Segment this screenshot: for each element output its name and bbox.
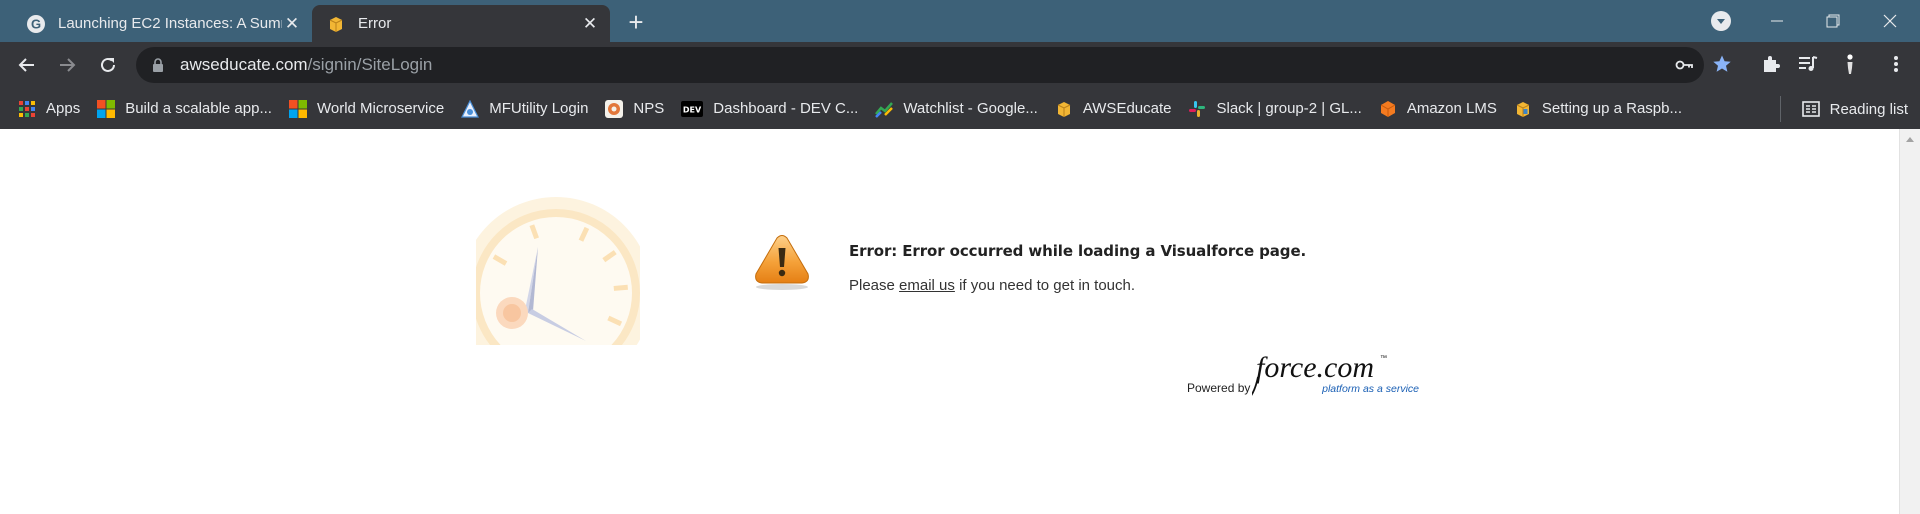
- mfutility-icon: [461, 99, 480, 118]
- bookmark-build-scalable-app[interactable]: Build a scalable app...: [89, 94, 281, 124]
- kebab-menu-icon: [1894, 56, 1898, 72]
- apps-grid-icon: [18, 100, 36, 118]
- page-content: Error: Error occurred while loading a Vi…: [0, 129, 1899, 514]
- reload-icon: [101, 57, 115, 72]
- profile-avatar-button[interactable]: [1837, 51, 1863, 77]
- powered-by-label: Powered by: [1187, 381, 1251, 395]
- bookmark-label: AWSEducate: [1082, 100, 1172, 117]
- browser-chrome: G Launching EC2 Instances: A Summ ✕ Erro…: [0, 0, 1920, 129]
- svg-text:G: G: [31, 16, 41, 31]
- bookmark-nps[interactable]: NPS: [597, 94, 673, 124]
- google-finance-icon: [875, 100, 894, 118]
- bookmark-awseducate[interactable]: AWSEducate: [1047, 94, 1181, 124]
- media-control-button[interactable]: [1795, 51, 1821, 77]
- close-window-button[interactable]: [1872, 6, 1908, 36]
- tab-strip: G Launching EC2 Instances: A Summ ✕ Erro…: [0, 0, 1920, 42]
- forward-button[interactable]: [52, 50, 82, 80]
- browser-toolbar: awseducate.com/signin/SiteLogin: [0, 42, 1920, 88]
- google-g-icon: G: [26, 14, 46, 34]
- bookmark-label: World Microservice: [316, 100, 445, 117]
- bookmark-dashboard-dev[interactable]: DEV Dashboard - DEV C...: [673, 94, 867, 124]
- url-text[interactable]: awseducate.com/signin/SiteLogin: [180, 55, 432, 75]
- menu-button[interactable]: [1883, 51, 1909, 77]
- chevron-down-icon: [1717, 18, 1725, 24]
- tab-close-icon[interactable]: ✕: [282, 14, 302, 34]
- nps-icon: [605, 99, 624, 118]
- amazon-box-icon: [326, 14, 346, 34]
- amazon-box-icon: [1055, 100, 1073, 118]
- bookmark-slack-group-2[interactable]: Slack | group-2 | GL...: [1180, 94, 1370, 124]
- key-icon[interactable]: [1674, 55, 1694, 75]
- svg-text:DEV: DEV: [683, 105, 702, 114]
- amazon-lms-icon: [1379, 100, 1397, 118]
- bookmark-mfutility-login[interactable]: MFUtility Login: [453, 94, 597, 124]
- bookmark-label: Setting up a Raspb...: [1541, 100, 1682, 117]
- svg-text:™: ™: [1380, 355, 1387, 362]
- tab-title: Launching EC2 Instances: A Summ: [58, 15, 282, 32]
- scroll-up-arrow-icon[interactable]: [1906, 137, 1914, 142]
- microsoft-icon: [288, 99, 307, 118]
- url-domain: awseducate.com: [180, 55, 308, 74]
- bookmark-apps[interactable]: Apps: [10, 94, 89, 124]
- force-com-logo: force.com ™ platform as a service: [1249, 347, 1422, 403]
- bookmark-label: Build a scalable app...: [125, 100, 272, 117]
- puzzle-icon: [1764, 56, 1780, 72]
- bookmark-watchlist-google[interactable]: Watchlist - Google...: [867, 94, 1047, 124]
- back-button[interactable]: [12, 50, 42, 80]
- message-prefix: Please: [849, 277, 900, 294]
- bookmark-setting-up-raspberry[interactable]: Setting up a Raspb...: [1506, 94, 1691, 124]
- reload-button[interactable]: [93, 50, 123, 80]
- svg-text:platform as a service: platform as a service: [1321, 383, 1419, 395]
- tab-title: Error: [358, 15, 392, 32]
- svg-text:force.com: force.com: [1256, 351, 1374, 384]
- bookmark-world-microservice[interactable]: World Microservice: [281, 94, 453, 124]
- url-path: /signin/SiteLogin: [307, 55, 433, 74]
- extensions-button[interactable]: [1758, 51, 1784, 77]
- reading-list-label: Reading list: [1829, 100, 1908, 118]
- microsoft-icon: [97, 99, 116, 118]
- warning-icon: [752, 234, 812, 292]
- slack-icon: [1188, 100, 1206, 118]
- bookmark-amazon-lms[interactable]: Amazon LMS: [1371, 94, 1506, 124]
- error-title: Error: Error occurred while loading a Vi…: [849, 242, 1307, 260]
- forward-arrow-icon: [60, 58, 76, 72]
- bookmarks-bar: Apps Build a scalable app... World Micro…: [0, 88, 1920, 129]
- bookmark-label: Dashboard - DEV C...: [713, 100, 859, 117]
- bookmark-label: Apps: [46, 100, 81, 117]
- email-us-link[interactable]: email us: [899, 277, 955, 294]
- reading-list-button[interactable]: Reading list: [1801, 94, 1908, 124]
- bookmark-label: Watchlist - Google...: [903, 100, 1038, 117]
- reading-list-icon: [1801, 101, 1820, 117]
- tab-search-button[interactable]: [1711, 11, 1731, 31]
- bookmarks-divider: [1780, 96, 1781, 122]
- bookmark-star-icon[interactable]: [1712, 54, 1732, 74]
- dev-icon: DEV: [681, 100, 704, 118]
- minimize-button[interactable]: [1759, 6, 1795, 36]
- compass-watermark-icon: [476, 193, 640, 345]
- new-tab-button[interactable]: +: [622, 7, 650, 37]
- playlist-music-icon: [1799, 56, 1818, 71]
- amazon-box-icon: [1514, 100, 1532, 118]
- bookmark-label: NPS: [633, 100, 665, 117]
- tab-close-icon[interactable]: ✕: [580, 14, 600, 34]
- lock-icon[interactable]: [150, 56, 166, 74]
- error-message: Please email us if you need to get in to…: [849, 277, 1135, 294]
- bookmark-label: Amazon LMS: [1406, 100, 1497, 117]
- avatar: [1847, 54, 1853, 74]
- vertical-scrollbar[interactable]: [1899, 129, 1920, 514]
- tab-error[interactable]: Error ✕: [312, 5, 610, 42]
- address-bar[interactable]: awseducate.com/signin/SiteLogin: [136, 47, 1731, 83]
- bookmark-label: MFUtility Login: [489, 100, 589, 117]
- message-suffix: if you need to get in touch.: [954, 277, 1136, 294]
- bookmark-label: Slack | group-2 | GL...: [1216, 100, 1362, 117]
- restore-button[interactable]: [1815, 6, 1851, 36]
- back-arrow-icon: [18, 58, 34, 72]
- tab-launching-ec2[interactable]: G Launching EC2 Instances: A Summ ✕: [12, 5, 312, 42]
